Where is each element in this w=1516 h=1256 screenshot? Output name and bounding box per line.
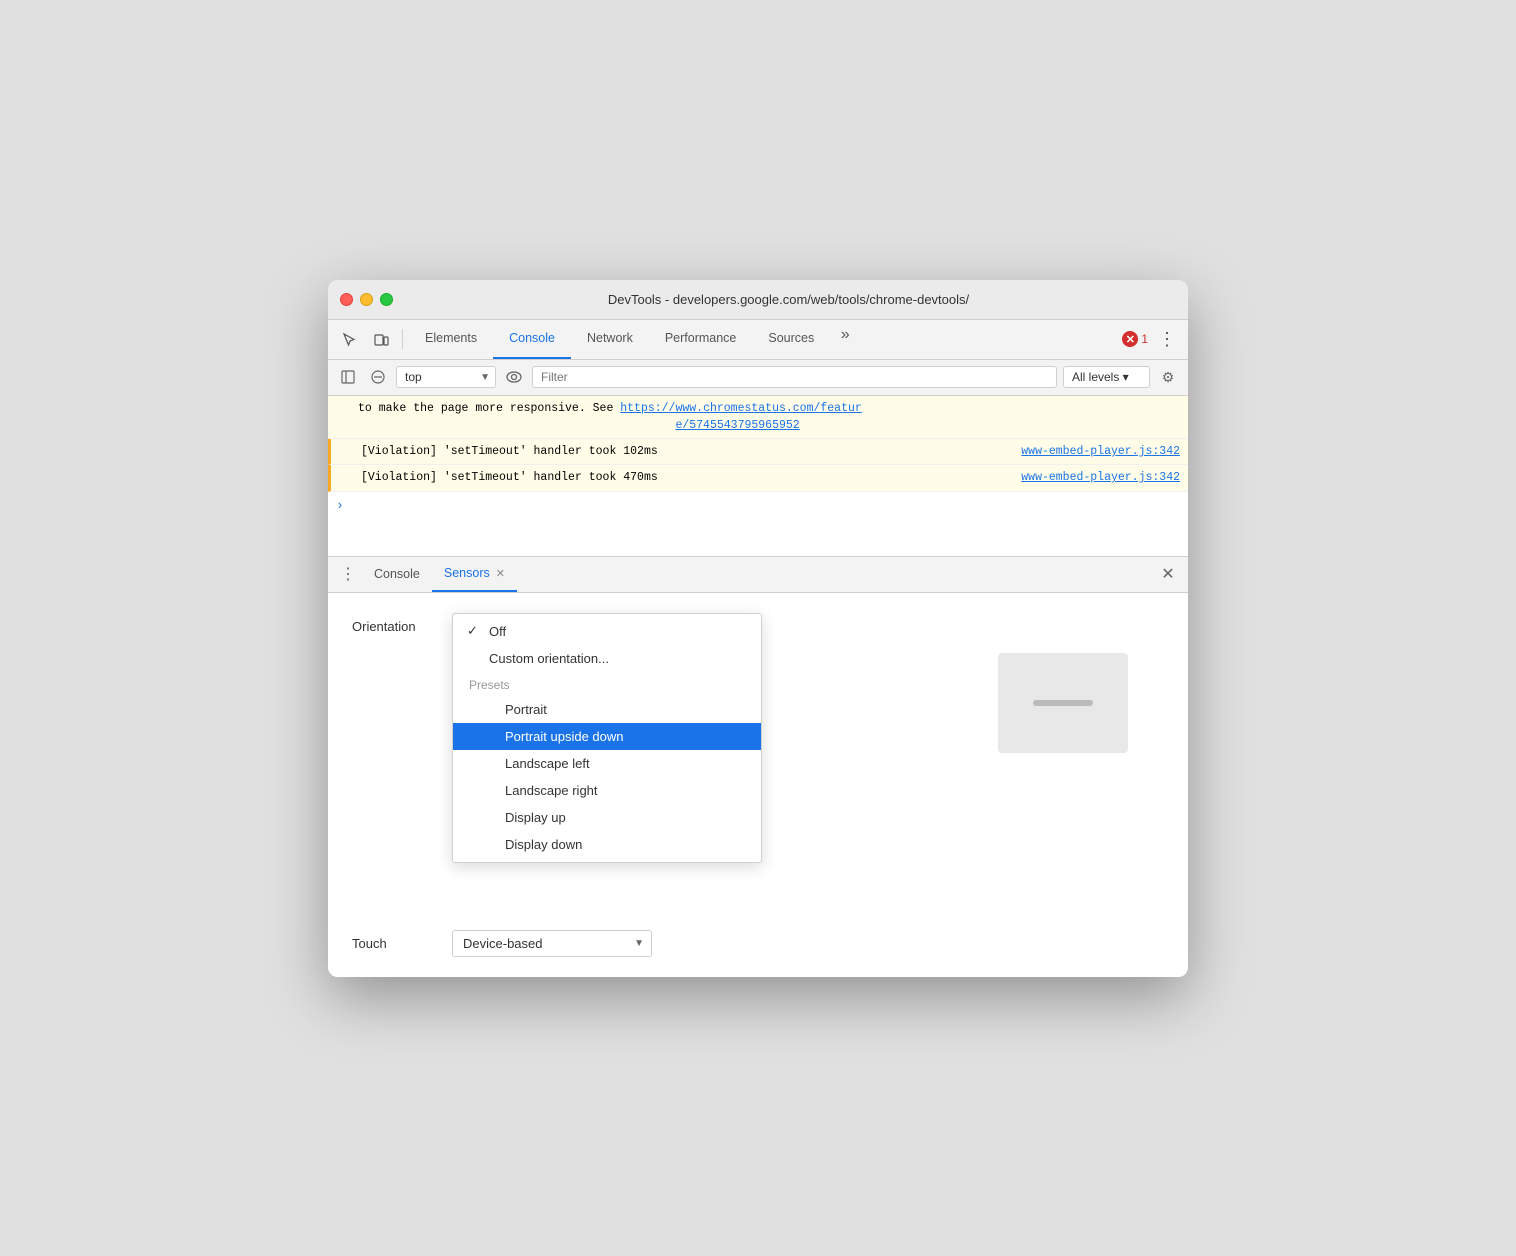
orientation-row: Orientation Off ▼ Off bbox=[352, 613, 1164, 640]
dropdown-item-display-down[interactable]: Display down bbox=[453, 831, 761, 858]
sensors-panel: Orientation Off ▼ Off bbox=[328, 593, 1188, 977]
orientation-label: Orientation bbox=[352, 613, 432, 634]
dropdown-item-custom-label: Custom orientation... bbox=[489, 651, 609, 666]
tab-performance[interactable]: Performance bbox=[649, 320, 753, 359]
bottom-tab-sensors[interactable]: Sensors ✕ bbox=[432, 557, 517, 592]
more-tabs-button[interactable]: » bbox=[830, 320, 860, 350]
context-select-wrapper: top ▼ bbox=[396, 366, 496, 388]
touch-select[interactable]: Device-based bbox=[452, 930, 652, 957]
touch-label: Touch bbox=[352, 936, 432, 951]
phone-preview bbox=[998, 653, 1128, 753]
touch-row: Touch Device-based ▼ bbox=[352, 930, 1164, 957]
sidebar-toggle-icon[interactable] bbox=[336, 365, 360, 389]
violation-link-1[interactable]: www-embed-player.js:342 bbox=[1021, 443, 1180, 460]
tab-network[interactable]: Network bbox=[571, 320, 649, 359]
dropdown-item-display-up[interactable]: Display up bbox=[453, 804, 761, 831]
levels-select-wrapper: All levels ▾ bbox=[1063, 366, 1150, 388]
bottom-tab-bar: ⋮ Console Sensors ✕ ✕ bbox=[328, 557, 1188, 593]
toolbar-divider bbox=[402, 329, 403, 349]
inspect-icon[interactable] bbox=[334, 324, 364, 354]
dropdown-item-portrait-label: Portrait bbox=[505, 702, 547, 717]
chromestatus-link-2[interactable]: e/5745543795965952 bbox=[675, 419, 799, 432]
chromestatus-link-1[interactable]: https://www.chromestatus.com/featur bbox=[620, 402, 862, 415]
orientation-dropdown-container: Off ▼ Off Custom orientation... Presets bbox=[452, 613, 652, 640]
bottom-tab-console[interactable]: Console bbox=[362, 557, 432, 592]
maximize-button[interactable] bbox=[380, 293, 393, 306]
console-line-violation-1: [Violation] 'setTimeout' handler took 10… bbox=[328, 439, 1188, 465]
close-button[interactable] bbox=[340, 293, 353, 306]
traffic-lights bbox=[340, 293, 393, 306]
toolbar-right: ✕ 1 ⋮ bbox=[1122, 324, 1182, 354]
sensors-tab-label: Sensors bbox=[444, 566, 490, 580]
dropdown-item-portrait-upside-down[interactable]: Portrait upside down bbox=[453, 723, 761, 750]
nav-tabs: Elements Console Network Performance Sou… bbox=[409, 320, 860, 359]
dropdown-item-off[interactable]: Off bbox=[453, 618, 761, 645]
orientation-dropdown: Off Custom orientation... Presets Portra… bbox=[452, 613, 762, 863]
dropdown-category-presets: Presets bbox=[453, 672, 761, 696]
title-bar: DevTools - developers.google.com/web/too… bbox=[328, 280, 1188, 320]
bottom-panel-menu-button[interactable]: ⋮ bbox=[334, 560, 362, 588]
dropdown-item-landscape-right-label: Landscape right bbox=[505, 783, 598, 798]
dropdown-item-off-label: Off bbox=[489, 624, 506, 639]
clear-console-icon[interactable] bbox=[366, 365, 390, 389]
tab-elements[interactable]: Elements bbox=[409, 320, 493, 359]
violation-link-2[interactable]: www-embed-player.js:342 bbox=[1021, 469, 1180, 486]
bottom-panel-close-button[interactable]: ✕ bbox=[1154, 560, 1182, 588]
touch-select-wrapper: Device-based ▼ bbox=[452, 930, 652, 957]
dropdown-item-landscape-right[interactable]: Landscape right bbox=[453, 777, 761, 804]
eye-icon[interactable] bbox=[502, 365, 526, 389]
dropdown-item-display-up-label: Display up bbox=[505, 810, 566, 825]
dropdown-item-landscape-left[interactable]: Landscape left bbox=[453, 750, 761, 777]
devtools-toolbar: Elements Console Network Performance Sou… bbox=[328, 320, 1188, 360]
console-output: to make the page more responsive. See ht… bbox=[328, 396, 1188, 556]
prompt-arrow: › bbox=[336, 498, 344, 513]
context-select[interactable]: top bbox=[396, 366, 496, 388]
minimize-button[interactable] bbox=[360, 293, 373, 306]
devtools-window: DevTools - developers.google.com/web/too… bbox=[328, 280, 1188, 977]
phone-bar bbox=[1033, 700, 1093, 706]
sensors-tab-close[interactable]: ✕ bbox=[496, 567, 505, 580]
dropdown-item-custom[interactable]: Custom orientation... bbox=[453, 645, 761, 672]
error-icon: ✕ bbox=[1122, 331, 1138, 347]
window-title: DevTools - developers.google.com/web/too… bbox=[401, 292, 1176, 307]
error-count: 1 bbox=[1141, 332, 1148, 346]
console-toolbar: top ▼ All levels ▾ ⚙ bbox=[328, 360, 1188, 396]
console-line: to make the page more responsive. See ht… bbox=[328, 396, 1188, 440]
console-line-violation-2: [Violation] 'setTimeout' handler took 47… bbox=[328, 465, 1188, 491]
filter-input[interactable] bbox=[532, 366, 1057, 388]
violation-text-2: [Violation] 'setTimeout' handler took 47… bbox=[361, 471, 658, 484]
dropdown-item-display-down-label: Display down bbox=[505, 837, 582, 852]
console-settings-icon[interactable]: ⚙ bbox=[1156, 365, 1180, 389]
console-tab-label: Console bbox=[374, 567, 420, 581]
bottom-panel: ⋮ Console Sensors ✕ ✕ Orientation Off bbox=[328, 556, 1188, 977]
tab-sources[interactable]: Sources bbox=[752, 320, 830, 359]
levels-select[interactable]: All levels ▾ bbox=[1063, 366, 1150, 388]
console-prompt: › bbox=[328, 492, 1188, 519]
error-badge[interactable]: ✕ 1 bbox=[1122, 331, 1148, 347]
dropdown-item-portrait[interactable]: Portrait bbox=[453, 696, 761, 723]
violation-text-1: [Violation] 'setTimeout' handler took 10… bbox=[361, 445, 658, 458]
tab-console[interactable]: Console bbox=[493, 320, 571, 359]
dropdown-item-landscape-left-label: Landscape left bbox=[505, 756, 590, 771]
dropdown-item-portrait-upside-down-label: Portrait upside down bbox=[505, 729, 624, 744]
devtools-menu-button[interactable]: ⋮ bbox=[1152, 324, 1182, 354]
device-toggle-icon[interactable] bbox=[366, 324, 396, 354]
